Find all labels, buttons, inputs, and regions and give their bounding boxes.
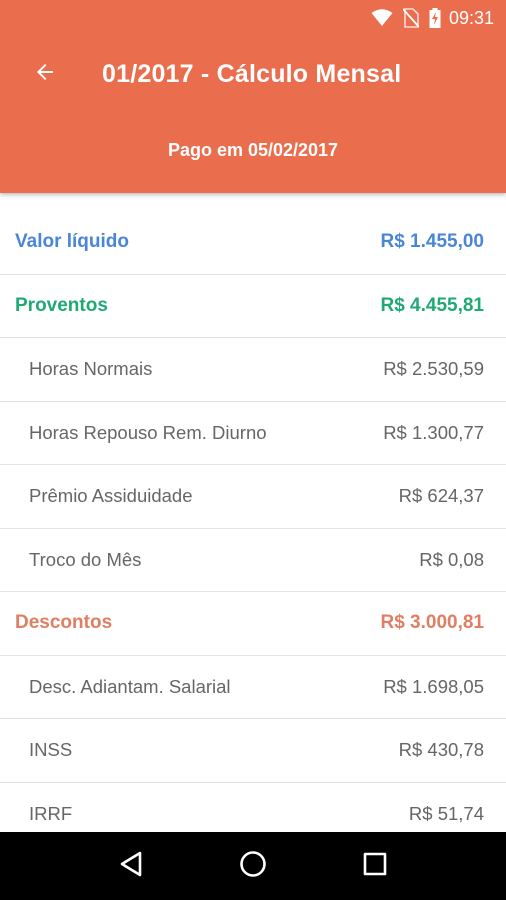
item-label: Desc. Adiantam. Salarial: [29, 675, 231, 697]
nav-recents-button[interactable]: [345, 836, 405, 896]
descontos-row: Descontos R$ 3.000,81: [0, 592, 506, 656]
wifi-icon: [371, 9, 393, 27]
no-sim-icon: [402, 8, 419, 28]
home-circle-icon: [239, 850, 267, 883]
list-item: Desc. Adiantam. Salarial R$ 1.698,05: [0, 656, 506, 719]
arrow-back-icon: [33, 60, 57, 89]
back-button[interactable]: [0, 36, 90, 112]
item-value: R$ 0,08: [419, 548, 484, 570]
payslip-list: Valor líquido R$ 1.455,00 Proventos R$ 4…: [0, 211, 506, 846]
descontos-label: Descontos: [15, 612, 113, 634]
item-label: Prêmio Assiduidade: [29, 485, 193, 507]
back-triangle-icon: [119, 851, 143, 882]
battery-charging-icon: [429, 8, 441, 28]
item-label: Troco do Mês: [29, 548, 142, 570]
item-value: R$ 430,78: [398, 739, 484, 761]
item-value: R$ 1.698,05: [383, 675, 484, 697]
list-item: Prêmio Assiduidade R$ 624,37: [0, 465, 506, 529]
descontos-value: R$ 3.000,81: [380, 612, 484, 634]
valor-liquido-value: R$ 1.455,00: [380, 231, 484, 253]
item-value: R$ 2.530,59: [383, 358, 484, 380]
item-label: INSS: [29, 739, 73, 761]
payment-date: Pago em 05/02/2017: [167, 140, 339, 160]
proventos-label: Proventos: [15, 294, 108, 316]
toolbar: 01/2017 - Cálculo Mensal: [0, 36, 506, 112]
valor-liquido-label: Valor líquido: [15, 231, 130, 253]
item-value: R$ 51,74: [408, 802, 484, 824]
nav-back-button[interactable]: [101, 836, 161, 896]
item-label: Horas Normais: [29, 358, 153, 380]
proventos-row: Proventos R$ 4.455,81: [0, 275, 506, 338]
item-value: R$ 624,37: [398, 485, 484, 507]
list-item: Horas Normais R$ 2.530,59: [0, 338, 506, 402]
list-item: INSS R$ 430,78: [0, 719, 506, 783]
page-title: 01/2017 - Cálculo Mensal: [102, 59, 402, 88]
system-nav-bar: [0, 832, 506, 900]
nav-home-button[interactable]: [223, 836, 283, 896]
valor-liquido-row: Valor líquido R$ 1.455,00: [0, 211, 506, 275]
status-time: 09:31: [448, 7, 494, 28]
list-item: Horas Repouso Rem. Diurno R$ 1.300,77: [0, 402, 506, 465]
list-item: Troco do Mês R$ 0,08: [0, 529, 506, 592]
recents-square-icon: [363, 852, 387, 881]
item-label: IRRF: [29, 802, 73, 824]
item-value: R$ 1.300,77: [383, 421, 484, 443]
item-label: Horas Repouso Rem. Diurno: [29, 421, 267, 443]
app-header: 09:31 01/2017 - Cálculo Mensal Pago em 0…: [0, 0, 506, 193]
status-bar: 09:31: [0, 0, 506, 36]
proventos-value: R$ 4.455,81: [380, 294, 484, 316]
